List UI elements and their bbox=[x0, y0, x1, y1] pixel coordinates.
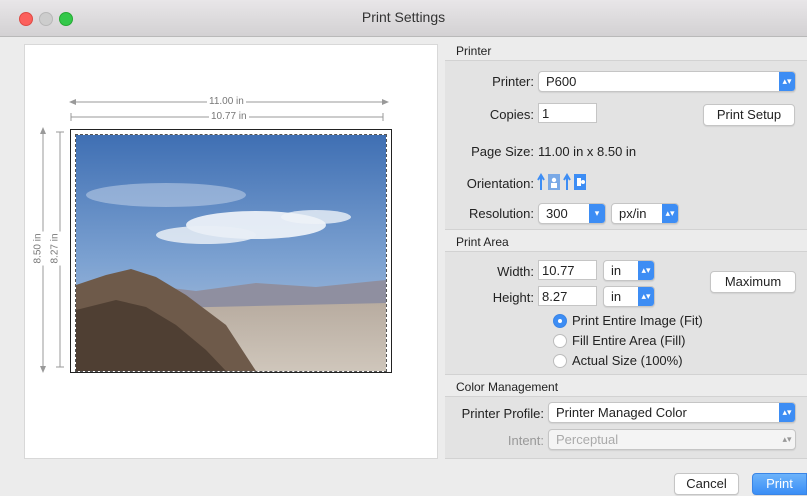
resolution-unit-select[interactable]: px/in ▴▾ bbox=[611, 203, 679, 224]
print-preview: 11.00 in 10.77 in 8.50 in 8.27 in bbox=[24, 44, 438, 459]
height-unit-value: in bbox=[611, 289, 622, 304]
printer-select-value: P600 bbox=[546, 74, 577, 89]
intent-value: Perceptual bbox=[556, 432, 619, 447]
resolution-unit-value: px/in bbox=[619, 206, 647, 221]
resolution-select[interactable]: 300 ▾ bbox=[538, 203, 606, 224]
fill-radio[interactable] bbox=[553, 334, 567, 348]
title-bar[interactable]: Print Settings bbox=[0, 0, 807, 37]
printer-label: Printer: bbox=[492, 74, 534, 89]
width-unit-select[interactable]: in ▴▾ bbox=[603, 260, 655, 281]
intent-select: Perceptual ▴▾ bbox=[548, 429, 796, 450]
chevron-updown-icon: ▴▾ bbox=[782, 434, 792, 444]
page-size-label: Page Size: bbox=[471, 144, 534, 159]
copies-label: Copies: bbox=[489, 107, 534, 122]
actual-size-radio[interactable] bbox=[553, 354, 567, 368]
intent-label: Intent: bbox=[507, 433, 544, 448]
maximum-button[interactable]: Maximum bbox=[710, 271, 796, 293]
printer-select[interactable]: P600 ▴▾ bbox=[538, 71, 796, 92]
printer-section-heading: Printer bbox=[456, 44, 492, 58]
print-settings-window: Print Settings 11.00 in 10.77 in 8.50 in… bbox=[0, 0, 807, 496]
printer-profile-select[interactable]: Printer Managed Color ▴▾ bbox=[548, 402, 796, 423]
print-setup-button[interactable]: Print Setup bbox=[703, 104, 795, 126]
landscape-icon[interactable] bbox=[563, 172, 587, 195]
print-button[interactable]: Print bbox=[752, 473, 807, 495]
printer-profile-label: Printer Profile: bbox=[461, 406, 544, 421]
width-label: Width: bbox=[497, 264, 534, 279]
orientation-label: Orientation: bbox=[466, 176, 534, 191]
chevron-updown-icon: ▴▾ bbox=[779, 72, 795, 91]
width-inner-label: 10.77 in bbox=[209, 111, 249, 122]
cancel-button[interactable]: Cancel bbox=[674, 473, 739, 495]
print-area-heading: Print Area bbox=[456, 235, 509, 249]
resolution-value: 300 bbox=[546, 206, 568, 221]
actual-size-option-label[interactable]: Actual Size (100%) bbox=[572, 353, 683, 368]
page-size-value: 11.00 in x 8.50 in bbox=[538, 144, 637, 159]
chevron-updown-icon: ▴▾ bbox=[638, 287, 654, 306]
width-field[interactable]: 10.77 bbox=[538, 260, 597, 280]
color-management-heading: Color Management bbox=[456, 380, 559, 394]
portrait-icon[interactable] bbox=[537, 172, 561, 195]
height-field[interactable]: 8.27 bbox=[538, 286, 597, 306]
resolution-label: Resolution: bbox=[468, 206, 534, 221]
fill-option-label[interactable]: Fill Entire Area (Fill) bbox=[572, 333, 685, 348]
copies-field[interactable]: 1 bbox=[538, 103, 597, 123]
height-outer-label: 8.50 in bbox=[32, 231, 44, 266]
chevron-down-icon: ▾ bbox=[589, 204, 605, 223]
chevron-updown-icon: ▴▾ bbox=[638, 261, 654, 280]
photo-preview-image bbox=[75, 134, 387, 372]
height-inner-label: 8.27 in bbox=[49, 231, 61, 266]
page-outline bbox=[70, 129, 392, 373]
height-label: Height: bbox=[492, 290, 534, 305]
chevron-updown-icon: ▴▾ bbox=[779, 403, 795, 422]
fit-radio[interactable] bbox=[553, 314, 567, 328]
fit-option-label[interactable]: Print Entire Image (Fit) bbox=[572, 313, 703, 328]
chevron-updown-icon: ▴▾ bbox=[662, 204, 678, 223]
window-title: Print Settings bbox=[361, 9, 446, 25]
printer-profile-value: Printer Managed Color bbox=[556, 405, 687, 420]
height-unit-select[interactable]: in ▴▾ bbox=[603, 286, 655, 307]
width-outer-label: 11.00 in bbox=[207, 96, 246, 107]
width-unit-value: in bbox=[611, 263, 622, 278]
